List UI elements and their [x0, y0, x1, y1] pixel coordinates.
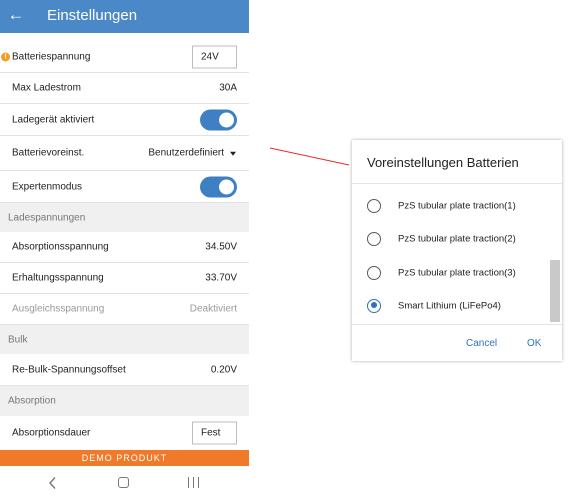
setting-label: Batterievoreinst. — [12, 147, 85, 159]
radio-unchecked-icon[interactable] — [367, 265, 381, 280]
caret-down-icon[interactable] — [230, 151, 236, 156]
setting-expert-mode: Expertenmodus — [0, 171, 249, 203]
divider — [352, 324, 562, 325]
ok-button[interactable]: OK — [527, 338, 541, 349]
setting-label: Ausgleichsspannung — [12, 303, 105, 315]
radio-unchecked-icon[interactable] — [367, 198, 381, 213]
section-header-bulk: Bulk — [0, 325, 249, 354]
nav-recent-icon[interactable] — [188, 477, 200, 489]
battery-voltage-field[interactable]: 24V — [192, 45, 237, 68]
setting-value: 34.50V — [205, 241, 237, 253]
toggle-knob — [219, 112, 234, 127]
radio-unchecked-icon[interactable] — [367, 231, 381, 246]
section-header-absorption: Absorption — [0, 386, 249, 416]
setting-charger-enabled: Ladegerät aktiviert — [0, 104, 249, 136]
setting-absorption-duration: Absorptionsdauer Fest — [0, 416, 249, 450]
section-label: Absorption — [8, 395, 56, 407]
section-header-charge-voltages: Ladespannungen — [0, 203, 249, 232]
toggle-knob — [219, 179, 234, 194]
page-title: Einstellungen — [47, 7, 138, 24]
setting-label: Ladegerät aktiviert — [12, 114, 95, 125]
option-label: PzS tubular plate traction(1) — [398, 200, 516, 211]
cancel-button[interactable]: Cancel — [466, 338, 497, 349]
preset-option[interactable]: PzS tubular plate traction(3) — [352, 256, 552, 289]
preset-option[interactable]: PzS tubular plate traction(2) — [352, 222, 552, 255]
section-label: Ladespannungen — [8, 212, 86, 223]
setting-label: Max Ladestrom — [12, 82, 81, 94]
android-nav-bar — [0, 466, 249, 500]
option-label: PzS tubular plate traction(3) — [398, 267, 516, 278]
arrow-left-icon[interactable]: ← — [6, 5, 26, 25]
setting-label: Absorptionsspannung — [12, 241, 109, 253]
preset-option-selected[interactable]: Smart Lithium (LiFePo4) — [352, 289, 552, 322]
setting-label: Re-Bulk-Spannungsoffset — [12, 364, 126, 375]
setting-rebulk-offset[interactable]: Re-Bulk-Spannungsoffset 0.20V — [0, 354, 249, 386]
battery-preset-dropdown[interactable]: Benutzerdefiniert — [148, 148, 224, 159]
setting-max-charge-current: Max Ladestrom 30A — [0, 73, 249, 104]
absorption-duration-field[interactable]: Fest — [192, 421, 237, 445]
setting-value: 0.20V — [210, 364, 237, 375]
dialog-scrollbar[interactable] — [550, 260, 560, 322]
setting-absorption-voltage[interactable]: Absorptionsspannung 34.50V — [0, 232, 249, 263]
charger-enabled-toggle[interactable] — [200, 109, 237, 130]
warning-icon: ! — [1, 52, 10, 61]
setting-value: 33.70V — [205, 272, 237, 284]
expert-mode-toggle[interactable] — [200, 176, 237, 197]
setting-label: Batteriespannung — [12, 51, 91, 62]
setting-label: Expertenmodus — [12, 181, 83, 192]
setting-label: Absorptionsdauer — [12, 427, 91, 439]
setting-value: Deaktiviert — [189, 303, 237, 315]
divider — [352, 183, 562, 184]
demo-banner: DEMO PRODUKT — [0, 450, 249, 466]
setting-battery-preset[interactable]: Batterievoreinst. Benutzerdefiniert — [0, 136, 249, 171]
option-label: Smart Lithium (LiFePo4) — [398, 300, 501, 311]
phone-screen: ← Einstellungen ! Batteriespannung 24V M… — [0, 0, 249, 500]
nav-back-icon[interactable] — [47, 476, 59, 490]
radio-checked-icon[interactable] — [367, 298, 381, 313]
setting-battery-voltage: ! Batteriespannung 24V — [0, 41, 249, 73]
section-label: Bulk — [8, 334, 28, 345]
setting-float-voltage[interactable]: Erhaltungsspannung 33.70V — [0, 263, 249, 294]
dialog-title: Voreinstellungen Batterien — [367, 155, 519, 170]
setting-equalization-voltage: Ausgleichsspannung Deaktiviert — [0, 294, 249, 325]
app-bar: ← Einstellungen — [0, 0, 249, 33]
option-label: PzS tubular plate traction(2) — [398, 233, 516, 244]
battery-presets-dialog: Voreinstellungen Batterien PzS tubular p… — [352, 140, 562, 361]
setting-label: Erhaltungsspannung — [12, 272, 104, 284]
setting-value[interactable]: 30A — [219, 83, 237, 94]
preset-option[interactable]: PzS tubular plate traction(1) — [352, 189, 552, 222]
nav-home-icon[interactable] — [118, 477, 129, 488]
